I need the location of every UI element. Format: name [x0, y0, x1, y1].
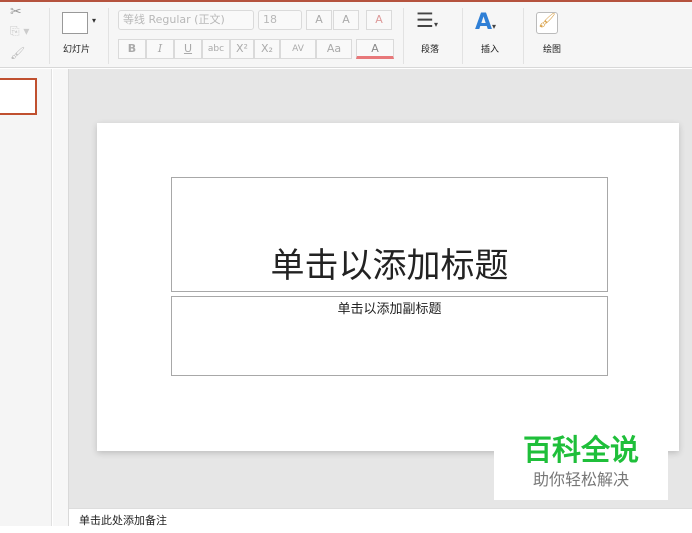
font-name-select[interactable]: 等线 Regular (正文) — [118, 10, 254, 30]
slide-thumbnail[interactable] — [0, 78, 37, 115]
font-color-button[interactable]: A — [356, 39, 394, 59]
title-placeholder-text: 单击以添加标题 — [270, 246, 509, 286]
underline-button[interactable]: U — [174, 39, 202, 59]
cut-icon[interactable]: ✂ — [10, 4, 22, 20]
slide-layout-icon[interactable] — [62, 12, 88, 34]
shrink-font-button[interactable]: A — [333, 10, 359, 30]
insert-label[interactable]: 插入 — [481, 42, 499, 55]
new-slide-label[interactable]: 幻灯片 — [63, 42, 90, 55]
subtitle-placeholder-text: 单击以添加副标题 — [337, 302, 442, 317]
subtitle-placeholder[interactable]: 单击以添加副标题 — [171, 296, 608, 376]
insert-shape-icon[interactable]: A▾ — [475, 10, 496, 35]
draw-label[interactable]: 绘图 — [543, 42, 561, 55]
format-painter-icon[interactable]: 🖌 — [10, 46, 25, 60]
draw-brush-icon[interactable]: 🖌 — [536, 12, 558, 34]
slide: 单击以添加标题 单击以添加副标题 — [97, 123, 679, 451]
notes-area[interactable]: 单击此处添加备注 — [69, 508, 692, 527]
superscript-button[interactable]: X² — [230, 39, 254, 59]
paragraph-label[interactable]: 段落 — [421, 42, 439, 55]
ribbon-toolbar: ✂ ⎘ ▾ 🖌 ▾ 幻灯片 等线 Regular (正文) 18 A A A B… — [0, 2, 692, 68]
copy-icon[interactable]: ⎘ ▾ — [10, 24, 29, 39]
grow-font-button[interactable]: A — [306, 10, 332, 30]
change-case-button[interactable]: Aa — [316, 39, 352, 59]
chevron-down-icon[interactable]: ▾ — [92, 16, 96, 25]
title-placeholder[interactable]: 单击以添加标题 — [171, 177, 608, 292]
italic-button[interactable]: I — [146, 39, 174, 59]
watermark-subtitle: 助你轻松解决 — [532, 470, 629, 489]
watermark: 百科全说 助你轻松解决 — [494, 430, 668, 500]
pane-divider[interactable] — [53, 69, 69, 526]
clear-format-button[interactable]: A — [366, 10, 392, 30]
subscript-button[interactable]: X₂ — [254, 39, 280, 59]
paragraph-icon[interactable]: ☰▾ — [416, 8, 438, 32]
bold-button[interactable]: B — [118, 39, 146, 59]
slide-thumbnail-pane — [0, 69, 52, 526]
character-spacing-button[interactable]: AV — [280, 39, 316, 59]
watermark-title: 百科全说 — [522, 433, 639, 467]
font-size-select[interactable]: 18 — [258, 10, 302, 30]
strikethrough-button[interactable]: abc — [202, 39, 230, 59]
